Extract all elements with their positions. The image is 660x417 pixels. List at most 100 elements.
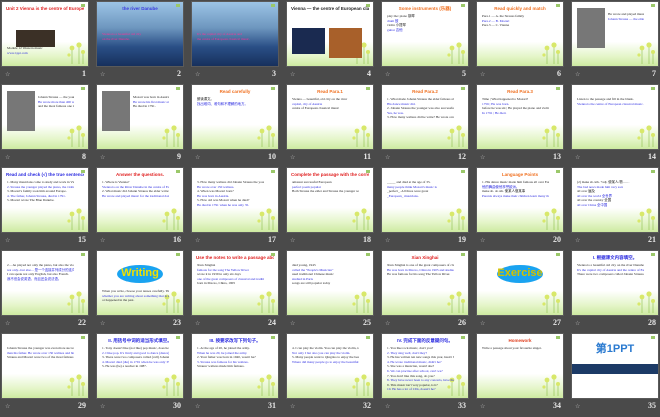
animation-star-icon[interactable]: ☆: [575, 320, 580, 327]
slide-thumbnail-24[interactable]: Use the notes to write a passage about t…: [192, 251, 278, 334]
slide-thumbnail-11[interactable]: Read Para.1 Vienna — beautiful, old city …: [287, 85, 373, 168]
slide-thumbnail-22[interactable]: 2. ...he played not only the piano, but …: [2, 251, 88, 334]
slide-thumbnail-12[interactable]: Read Para.2 1. What made Johann Strauss t…: [382, 85, 468, 168]
slide-thumbnail-23[interactable]: Writing When you write, choose your tense…: [97, 251, 183, 334]
animation-star-icon[interactable]: ☆: [290, 403, 295, 410]
animation-star-icon[interactable]: ☆: [195, 403, 200, 410]
slide-thumbnail-33[interactable]: IV. 完成下面的反意疑问句。 1. You like rock music, d…: [382, 334, 468, 417]
slide-preview[interactable]: Vienna — the centre of European classica…: [287, 2, 373, 66]
slide-preview[interactable]: I. 根据课文内容填空。 Vienna is a beautiful old ci…: [572, 251, 658, 315]
animation-star-icon[interactable]: ☆: [100, 71, 105, 78]
slide-thumbnail-5[interactable]: Some instruments (乐器) play the: piano 钢琴 d…: [382, 2, 468, 85]
slide-preview[interactable]: Johann Strauss the younger was even more…: [2, 334, 88, 398]
slide-preview[interactable]: Listen to the passage and fill in the bl…: [572, 85, 658, 149]
animation-star-icon[interactable]: ☆: [480, 403, 485, 410]
slide-thumbnail-20[interactable]: Language Points 1. His dance music made h…: [477, 168, 563, 251]
slide-preview[interactable]: Some instruments (乐器) play the: piano 钢琴 d…: [382, 2, 468, 66]
slide-preview[interactable]: Writing When you write, choose your tense…: [97, 251, 183, 315]
animation-star-icon[interactable]: ☆: [5, 237, 10, 244]
animation-star-icon[interactable]: ☆: [5, 403, 10, 410]
slide-preview[interactable]: It's the capital city of Austria and the …: [192, 2, 278, 66]
slide-preview[interactable]: Homework Write a passage about your favou…: [477, 334, 563, 398]
slide-preview[interactable]: Read and check (√) the true sentences. 1.…: [2, 168, 88, 232]
slide-preview[interactable]: Exercise: [477, 251, 563, 315]
slide-thumbnail-8[interactable]: Johann Strauss — the youngerHe wrote mor…: [2, 85, 88, 168]
slide-thumbnail-15[interactable]: Read and check (√) the true sentences. 1.…: [2, 168, 88, 251]
slide-thumbnail-14[interactable]: Listen to the passage and fill in the bl…: [572, 85, 658, 168]
slide-thumbnail-31[interactable]: III. 按要求改写下列句子。 1. At the age of 20, he j…: [192, 334, 278, 417]
slide-thumbnail-32[interactable]: 4. I can play the violin. You can play t…: [287, 334, 373, 417]
slide-thumbnail-35[interactable]: 第1PPT ☆ 35: [572, 334, 658, 417]
slide-preview[interactable]: Read Para.2 1. What made Johann Strauss t…: [382, 85, 468, 149]
slide-thumbnail-29[interactable]: Johann Strauss the younger was even more…: [2, 334, 88, 417]
slide-thumbnail-34[interactable]: Homework Write a passage about your favou…: [477, 334, 563, 417]
animation-star-icon[interactable]: ☆: [100, 320, 105, 327]
slide-thumbnail-16[interactable]: Answer the questions. 1. Where is Vienna?…: [97, 168, 183, 251]
slide-thumbnail-13[interactable]: Read Para.3 Time | What happened to Mozar…: [477, 85, 563, 168]
slide-thumbnail-3[interactable]: It's the capital city of Austria and the …: [192, 2, 278, 85]
animation-star-icon[interactable]: ☆: [575, 71, 580, 78]
slide-thumbnail-9[interactable]: Mozart was born in Austria in 1756.He wr…: [97, 85, 183, 168]
slide-preview[interactable]: Complete the passage with the correct fo…: [287, 168, 373, 232]
animation-star-icon[interactable]: ☆: [5, 71, 10, 78]
animation-star-icon[interactable]: ☆: [385, 320, 390, 327]
animation-star-icon[interactable]: ☆: [195, 237, 200, 244]
slide-preview[interactable]: Read Para.1 Vienna — beautiful, old city …: [287, 85, 373, 149]
animation-star-icon[interactable]: ☆: [5, 320, 10, 327]
slide-preview[interactable]: died young, 1945 called the "People's Mus…: [287, 251, 373, 315]
animation-star-icon[interactable]: ☆: [480, 154, 485, 161]
slide-thumbnail-19[interactable]: _____ and died at the age of 35. many peo…: [382, 168, 468, 251]
animation-star-icon[interactable]: ☆: [385, 154, 390, 161]
slide-preview[interactable]: _____ and died at the age of 35. many peo…: [382, 168, 468, 232]
slide-preview[interactable]: 4. I can play the violin. You can play t…: [287, 334, 373, 398]
slide-thumbnail-7[interactable]: He wrote and played music for a classica…: [572, 2, 658, 85]
animation-star-icon[interactable]: ☆: [385, 403, 390, 410]
animation-star-icon[interactable]: ☆: [100, 237, 105, 244]
animation-star-icon[interactable]: ☆: [5, 154, 10, 161]
slide-preview[interactable]: Johann Strauss — the youngerHe wrote mor…: [2, 85, 88, 149]
animation-star-icon[interactable]: ☆: [100, 154, 105, 161]
slide-thumbnail-6[interactable]: Read quickly and match Para.1 — A. the St…: [477, 2, 563, 85]
slide-thumbnail-18[interactable]: Complete the passage with the correct fo…: [287, 168, 373, 251]
animation-star-icon[interactable]: ☆: [480, 71, 485, 78]
slide-preview[interactable]: Mozart was born in Austria in 1756.He wr…: [97, 85, 183, 149]
slide-preview[interactable]: 2. ...he played not only the piano, but …: [2, 251, 88, 315]
animation-star-icon[interactable]: ☆: [195, 320, 200, 327]
animation-star-icon[interactable]: ☆: [100, 403, 105, 410]
animation-star-icon[interactable]: ☆: [290, 237, 295, 244]
slide-preview[interactable]: IV. 完成下面的反意疑问句。 1. You like rock music, d…: [382, 334, 468, 398]
animation-star-icon[interactable]: ☆: [290, 71, 295, 78]
animation-star-icon[interactable]: ☆: [480, 320, 485, 327]
slide-preview[interactable]: Answer the questions. 1. Where is Vienna?…: [97, 168, 183, 232]
slide-preview[interactable]: Read carefully 朗读课文。 找出难词、难句和不理解的地方。: [192, 85, 278, 149]
animation-star-icon[interactable]: ☆: [480, 237, 485, 244]
animation-star-icon[interactable]: ☆: [290, 320, 295, 327]
animation-star-icon[interactable]: ☆: [290, 154, 295, 161]
animation-star-icon[interactable]: ☆: [195, 71, 200, 78]
slide-thumbnail-10[interactable]: Read carefully 朗读课文。 找出难词、难句和不理解的地方。 ☆ 10: [192, 85, 278, 168]
animation-star-icon[interactable]: ☆: [575, 403, 580, 410]
slide-preview[interactable]: Language Points 1. His dance music made h…: [477, 168, 563, 232]
slide-preview[interactable]: Xian Xinghai Xian Xinghai is one of the g…: [382, 251, 468, 315]
animation-star-icon[interactable]: ☆: [385, 71, 390, 78]
slide-thumbnail-27[interactable]: Exercise ☆ 27: [477, 251, 563, 334]
slide-thumbnail-4[interactable]: Vienna — the centre of European classica…: [287, 2, 373, 85]
slide-thumbnail-17[interactable]: 3. How many waltzes did Johann Strauss t…: [192, 168, 278, 251]
animation-star-icon[interactable]: ☆: [575, 154, 580, 161]
slide-preview[interactable]: Read Para.3 Time | What happened to Mozar…: [477, 85, 563, 149]
slide-preview[interactable]: the river Danube Vienna is a beautiful ol…: [97, 2, 183, 66]
animation-star-icon[interactable]: ☆: [195, 154, 200, 161]
slide-thumbnail-21[interactable]: (2) make sb./sth. +adj. 使某人/物…… The bad n…: [572, 168, 658, 251]
slide-preview[interactable]: 第1PPT: [572, 334, 658, 398]
slide-thumbnail-30[interactable]: II. 用括号中词的适当形式填空。 1. Tony doesn't like (n…: [97, 334, 183, 417]
slide-preview[interactable]: 3. How many waltzes did Johann Strauss t…: [192, 168, 278, 232]
slide-preview[interactable]: Read quickly and match Para.1 — A. the St…: [477, 2, 563, 66]
slide-preview[interactable]: II. 用括号中词的适当形式填空。 1. Tony doesn't like (n…: [97, 334, 183, 398]
slide-preview[interactable]: Unit 2 Vienna is the centre of European …: [2, 2, 88, 66]
slide-preview[interactable]: He wrote and played music for a classica…: [572, 2, 658, 66]
animation-star-icon[interactable]: ☆: [385, 237, 390, 244]
slide-thumbnail-2[interactable]: the river Danube Vienna is a beautiful ol…: [97, 2, 183, 85]
slide-thumbnail-28[interactable]: I. 根据课文内容填空。 Vienna is a beautiful old ci…: [572, 251, 658, 334]
slide-preview[interactable]: (2) make sb./sth. +adj. 使某人/物…… The bad n…: [572, 168, 658, 232]
slide-thumbnail-1[interactable]: Unit 2 Vienna is the centre of European …: [2, 2, 88, 85]
